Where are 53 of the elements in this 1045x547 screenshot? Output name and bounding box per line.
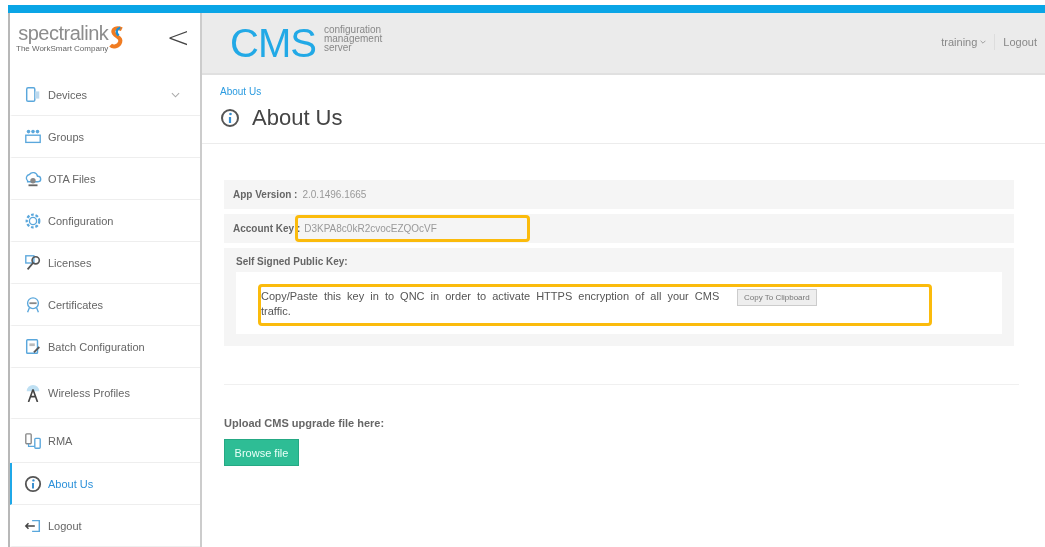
logo-mark-icon	[109, 24, 126, 51]
info-label: Account Key :	[233, 223, 301, 234]
brand-subtitle: configuration	[323, 24, 383, 34]
sidebar-item[interactable]: About Us	[10, 463, 200, 505]
instruction-text: Copy/Paste this key in to QNC in order to activate HTTPS encryption of all your CMS traffic.	[261, 289, 721, 319]
brand-logo: CMS	[230, 23, 316, 63]
sidebar-item-label[interactable]: Groups	[48, 130, 85, 143]
tower-icon	[24, 384, 42, 402]
sidebar-item-label[interactable]: Configuration	[48, 214, 114, 227]
brand-subtitle: management	[323, 33, 383, 43]
sidebar-item[interactable]: Wireless Profiles	[10, 368, 200, 419]
sidebar-item[interactable]: Configuration	[10, 200, 200, 242]
sidebar-item[interactable]: Licenses	[10, 242, 200, 284]
info-icon	[24, 474, 42, 493]
copy-button[interactable]: Copy To Clipboard	[737, 289, 817, 306]
sidebar-item[interactable]: OTA Files	[10, 158, 200, 200]
brand-subtitle: server	[323, 42, 352, 52]
chevron-down-icon	[980, 40, 987, 44]
phones-icon	[24, 431, 42, 450]
sidebar-item-label[interactable]: RMA	[48, 434, 73, 447]
logo-tagline: The WorkSmart Company	[16, 44, 109, 53]
breadcrumb-link[interactable]: About Us	[220, 86, 262, 97]
info-value: D3KPA8c0kR2cvocEZQOcVF	[304, 223, 437, 234]
sidebar-item[interactable]: Logout	[10, 505, 200, 547]
page-title: About Us	[252, 105, 343, 131]
sidebar-item-label[interactable]: Batch Configuration	[48, 340, 145, 353]
document-icon	[24, 337, 42, 356]
phone-icon	[24, 85, 42, 104]
gear-icon	[24, 211, 42, 230]
info-label: App Version :	[233, 189, 298, 200]
upload-label: Upload CMS upgrade file here:	[224, 417, 386, 429]
sidebar-item-label[interactable]: Licenses	[48, 256, 92, 269]
sidebar-item[interactable]: Batch Configuration	[10, 326, 200, 368]
sidebar-item[interactable]: Devices	[10, 74, 200, 116]
cloud-icon	[24, 169, 42, 188]
section-heading: Self Signed Public Key:	[236, 256, 349, 267]
sidebar-item-label[interactable]: Wireless Profiles	[48, 387, 130, 399]
sidebar-item[interactable]: RMA	[10, 419, 200, 463]
people-icon	[24, 127, 42, 146]
key-icon	[24, 253, 42, 272]
info-icon	[220, 108, 240, 128]
sidebar-item-label[interactable]: About Us	[48, 477, 94, 490]
sidebar-item-label[interactable]: Certificates	[48, 298, 104, 311]
sidebar-item-label[interactable]: OTA Files	[48, 172, 96, 185]
sidebar-item-label[interactable]: Logout	[48, 519, 82, 532]
ribbon-icon	[24, 295, 42, 314]
sidebar-item[interactable]: Groups	[10, 116, 200, 158]
sidebar-item[interactable]: Certificates	[10, 284, 200, 326]
sidebar-item-label[interactable]: Devices	[48, 88, 88, 101]
logo-wordmark: spectralink	[18, 22, 109, 44]
info-value: 2.0.1496.1665	[302, 189, 367, 200]
logout-link[interactable]: Logout	[1003, 36, 1037, 48]
collapse-button[interactable]: <	[166, 22, 190, 53]
